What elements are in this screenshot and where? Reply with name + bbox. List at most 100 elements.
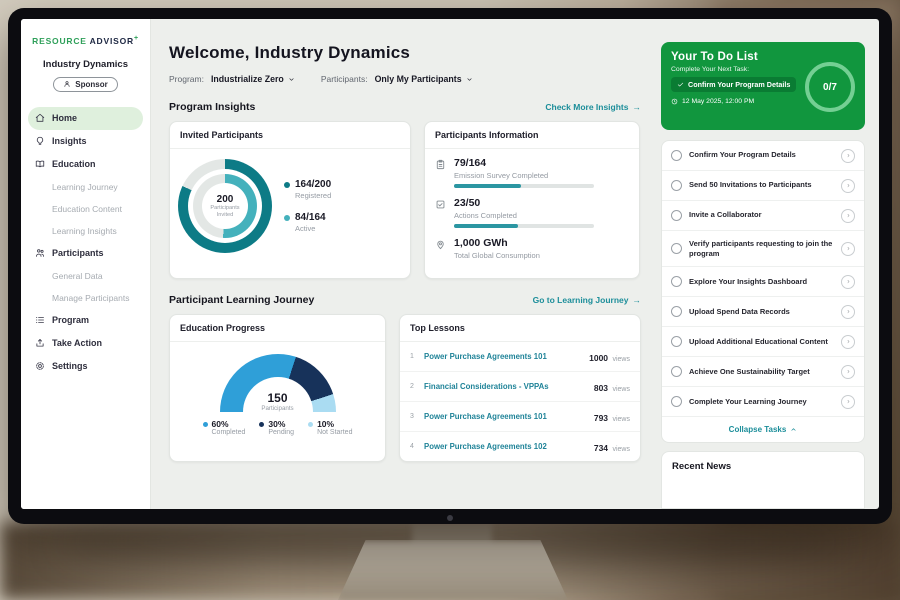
todo-progress-ring: 0/7 (805, 62, 855, 112)
chevron-right-icon[interactable] (841, 179, 855, 193)
gauge-center-label: Participants (220, 405, 336, 412)
stat-value: 79/164 (454, 157, 594, 169)
lesson-rank: 2 (410, 383, 418, 390)
task-row[interactable]: Explore Your Insights Dashboard (662, 267, 864, 297)
lesson-rank: 4 (410, 443, 418, 450)
task-checkbox[interactable] (671, 210, 682, 221)
sidebar-item-education-content[interactable]: Education Content (28, 198, 143, 220)
invited-participants-card: Invited Participants 200 Participants In… (169, 121, 411, 279)
chevron-right-icon[interactable] (841, 275, 855, 289)
task-checkbox[interactable] (671, 150, 682, 161)
lesson-link[interactable]: Financial Considerations - VPPAs (424, 382, 588, 391)
sidebar-item-settings[interactable]: Settings (28, 355, 143, 378)
brand-primary: RESOURCE (32, 36, 87, 46)
sidebar-item-label: Take Action (52, 338, 102, 348)
task-row[interactable]: Upload Spend Data Records (662, 297, 864, 327)
gauge-center-value: 150 (220, 391, 336, 405)
learning-journey-header: Participant Learning Journey Go to Learn… (169, 294, 641, 306)
gauge-dot-2 (308, 422, 313, 427)
sidebar-item-take-action[interactable]: Take Action (28, 332, 143, 355)
legend-dot-0 (284, 182, 290, 188)
sidebar-item-label: Education (52, 159, 96, 169)
donut-gap: 200 Participants Invited (188, 169, 262, 243)
next-task-pill[interactable]: Confirm Your Program Details (671, 77, 796, 92)
chevron-right-icon[interactable] (841, 242, 855, 256)
lesson-row: 1 Power Purchase Agreements 101 1000 vie… (400, 342, 640, 372)
task-row[interactable]: Invite a Collaborator (662, 201, 864, 231)
legend-value: 84/164 (295, 212, 326, 223)
chevron-right-icon[interactable] (841, 209, 855, 223)
sidebar-item-insights[interactable]: Insights (28, 130, 143, 153)
stat-actions-completed: 23/50 Actions Completed (435, 197, 629, 228)
task-checkbox[interactable] (671, 306, 682, 317)
legend-value: 60% (212, 419, 229, 429)
sidebar-item-general-data[interactable]: General Data (28, 265, 143, 287)
chevron-down-icon (288, 76, 295, 83)
gauge-chart: 150 Participants (220, 354, 336, 412)
task-row[interactable]: Upload Additional Educational Content (662, 327, 864, 357)
sidebar-item-label: Learning Insights (52, 226, 117, 236)
sidebar-item-learning-insights[interactable]: Learning Insights (28, 220, 143, 242)
task-row[interactable]: Complete Your Learning Journey (662, 387, 864, 417)
task-checkbox[interactable] (671, 276, 682, 287)
task-row[interactable]: Send 50 Invitations to Participants (662, 171, 864, 201)
legend-value: 164/200 (295, 179, 331, 190)
participants-select[interactable]: Only My Participants (375, 74, 473, 84)
task-label: Complete Your Learning Journey (689, 397, 834, 407)
sidebar-item-label: Manage Participants (52, 293, 130, 303)
stat-label: Total Global Consumption (454, 251, 540, 260)
go-to-learning-journey-link[interactable]: Go to Learning Journey → (533, 295, 641, 305)
legend-label: Active (295, 224, 331, 233)
legend-label: Pending (268, 429, 294, 436)
chevron-right-icon[interactable] (841, 335, 855, 349)
task-row[interactable]: Verify participants requesting to join t… (662, 231, 864, 267)
sidebar-item-participants[interactable]: Participants (28, 242, 143, 265)
collapse-tasks-button[interactable]: Collapse Tasks (662, 417, 864, 442)
chevron-down-icon (466, 76, 473, 83)
sponsor-badge[interactable]: Sponsor (53, 77, 117, 92)
card-title: Education Progress (170, 315, 385, 342)
lesson-views: 734 views (594, 438, 630, 456)
task-label: Invite a Collaborator (689, 210, 834, 220)
arrow-right-icon: → (633, 295, 642, 305)
lesson-row: 3 Power Purchase Agreements 101 793 view… (400, 402, 640, 432)
sidebar-item-manage-participants[interactable]: Manage Participants (28, 287, 143, 309)
stat-emission-survey: 79/164 Emission Survey Completed (435, 157, 629, 188)
task-checkbox[interactable] (671, 396, 682, 407)
task-checkbox[interactable] (671, 180, 682, 191)
lesson-link[interactable]: Power Purchase Agreements 101 (424, 412, 588, 421)
lesson-views: 803 views (594, 378, 630, 396)
legend-completed: 60% Completed (203, 419, 246, 436)
sidebar-item-education[interactable]: Education (28, 153, 143, 176)
todo-progress-value: 0/7 (823, 82, 837, 93)
legend-registered: 164/200 Registered (284, 179, 331, 200)
todo-panel: Your To Do List Complete Your Next Task:… (661, 42, 865, 509)
task-row[interactable]: Confirm Your Program Details (662, 141, 864, 171)
chevron-right-icon[interactable] (841, 365, 855, 379)
task-row[interactable]: Achieve One Sustainability Target (662, 357, 864, 387)
section-title-program-insights: Program Insights (169, 101, 255, 113)
legend-value: 10% (317, 419, 334, 429)
brand-secondary: ADVISOR (90, 36, 134, 46)
monitor-stand-base (338, 540, 568, 600)
program-select[interactable]: Industrialize Zero (211, 74, 295, 84)
sidebar-item-program[interactable]: Program (28, 309, 143, 332)
lesson-link[interactable]: Power Purchase Agreements 102 (424, 442, 588, 451)
survey-icon (435, 157, 446, 188)
check-more-insights-link[interactable]: Check More Insights → (545, 102, 641, 112)
lesson-link[interactable]: Power Purchase Agreements 101 (424, 352, 583, 361)
chevron-right-icon[interactable] (841, 149, 855, 163)
legend-not-started: 10% Not Started (308, 419, 352, 436)
sidebar-item-label: Program (52, 315, 89, 325)
card-title: Participants Information (425, 122, 639, 149)
sidebar-item-home[interactable]: Home (28, 107, 143, 130)
pin-icon (435, 237, 446, 264)
task-checkbox[interactable] (671, 366, 682, 377)
sidebar-item-learning-journey[interactable]: Learning Journey (28, 176, 143, 198)
chevron-right-icon[interactable] (841, 305, 855, 319)
task-checkbox[interactable] (671, 243, 682, 254)
program-insights-header: Program Insights Check More Insights → (169, 101, 641, 113)
task-label: Achieve One Sustainability Target (689, 367, 834, 377)
chevron-right-icon[interactable] (841, 395, 855, 409)
task-checkbox[interactable] (671, 336, 682, 347)
